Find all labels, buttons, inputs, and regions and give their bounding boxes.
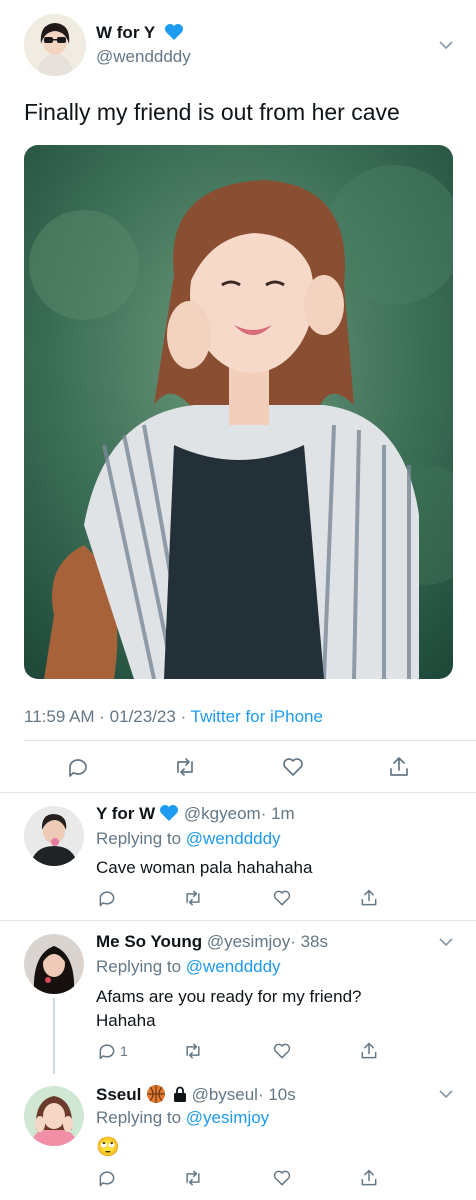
heart-icon <box>273 1043 291 1059</box>
reply-icon <box>99 1171 115 1187</box>
reply-icon <box>99 1044 115 1060</box>
reply1-time: · 1m <box>260 804 295 823</box>
reply2-text-line2: Hahaha <box>96 1011 156 1030</box>
main-author-handle[interactable]: @wenddddy <box>96 47 191 67</box>
reply3-display-name[interactable]: Sseul <box>96 1085 141 1104</box>
replying-to-link[interactable]: @yesimjoy <box>186 1108 269 1127</box>
replying-to-link[interactable]: @wenddddy <box>186 957 281 976</box>
reply1-header: Y for W @kgyeom· 1m <box>96 804 295 827</box>
reply2-avatar[interactable] <box>24 934 84 994</box>
reply-button[interactable] <box>97 1041 117 1061</box>
reply2-replying: Replying to @wenddddy <box>96 957 281 977</box>
retweet-button[interactable] <box>183 888 203 908</box>
reply-icon <box>99 891 115 907</box>
reply-button[interactable] <box>97 1168 117 1188</box>
blue-heart-icon <box>159 804 179 827</box>
main-tweet-divider <box>24 740 476 741</box>
share-icon <box>361 1042 377 1059</box>
reply3-handle[interactable]: @byseul <box>192 1085 258 1104</box>
reply2-time: · 38s <box>290 932 329 951</box>
replying-label: Replying to <box>96 829 182 848</box>
reply2-header: Me So Young @yesimjoy· 38s <box>96 932 328 952</box>
retweet-button[interactable] <box>183 1168 203 1188</box>
section-divider <box>0 920 476 921</box>
chevron-down-icon[interactable] <box>439 937 453 947</box>
lock-icon <box>173 1086 187 1107</box>
retweet-icon <box>186 890 200 906</box>
replying-to-link[interactable]: @wenddddy <box>186 829 281 848</box>
reply-button[interactable] <box>97 888 117 908</box>
main-author-avatar[interactable] <box>24 14 86 76</box>
reply2-text-line1: Afams are you ready for my friend? <box>96 987 362 1006</box>
share-icon <box>361 889 377 906</box>
reply1-handle[interactable]: @kgyeom <box>184 804 261 823</box>
main-tweet-timestamp: 11:59 AM · 01/23/23 · Twitter for iPhone <box>24 707 323 727</box>
retweet-icon <box>177 758 193 776</box>
reply1-text: Cave woman pala hahahaha <box>96 858 313 877</box>
reply3-header: Sseul @byseul· 10s <box>96 1084 296 1109</box>
share-button[interactable] <box>359 1041 379 1061</box>
replying-label: Replying to <box>96 957 182 976</box>
reply2-display-name[interactable]: Me So Young <box>96 932 202 951</box>
reply3-avatar[interactable] <box>24 1086 84 1146</box>
reply1-avatar[interactable] <box>24 806 84 866</box>
reply3-time: · 10s <box>257 1085 296 1104</box>
heart-icon <box>273 890 291 906</box>
retweet-button[interactable] <box>183 1041 203 1061</box>
reply-count: 1 <box>120 1043 128 1059</box>
like-button[interactable] <box>281 755 305 779</box>
share-button[interactable] <box>387 755 411 779</box>
share-button[interactable] <box>359 888 379 908</box>
reply-icon <box>69 759 87 777</box>
like-button[interactable] <box>272 888 292 908</box>
blue-heart-icon <box>164 23 184 46</box>
timestamp-text: 11:59 AM · 01/23/23 · <box>24 707 187 726</box>
like-button[interactable] <box>272 1168 292 1188</box>
reply1-display-name[interactable]: Y for W <box>96 804 155 823</box>
heart-icon <box>283 758 303 776</box>
basketball-icon <box>146 1084 166 1109</box>
reply3-text: 🙄 <box>96 1137 120 1158</box>
main-author-display-name[interactable]: W for Y <box>96 23 155 42</box>
share-icon <box>390 757 408 776</box>
retweet-icon <box>186 1043 200 1059</box>
reply-button[interactable] <box>66 755 90 779</box>
heart-icon <box>273 1170 291 1186</box>
section-divider <box>0 792 476 793</box>
main-tweet-text: Finally my friend is out from her cave <box>24 99 400 125</box>
chevron-down-icon[interactable] <box>439 1089 453 1099</box>
thread-connector-line <box>53 998 55 1074</box>
share-button[interactable] <box>359 1168 379 1188</box>
like-button[interactable] <box>272 1041 292 1061</box>
share-icon <box>361 1169 377 1186</box>
main-tweet-photo[interactable] <box>24 145 453 679</box>
reply1-replying: Replying to @wenddddy <box>96 829 281 849</box>
reply2-handle[interactable]: @yesimjoy <box>207 932 290 951</box>
retweet-button[interactable] <box>173 755 197 779</box>
replying-label: Replying to <box>96 1108 182 1127</box>
main-author-name[interactable]: W for Y <box>96 23 184 46</box>
reply3-replying: Replying to @yesimjoy <box>96 1108 269 1128</box>
retweet-icon <box>186 1170 200 1186</box>
source-link[interactable]: Twitter for iPhone <box>191 707 323 726</box>
chevron-down-icon[interactable] <box>439 40 453 50</box>
